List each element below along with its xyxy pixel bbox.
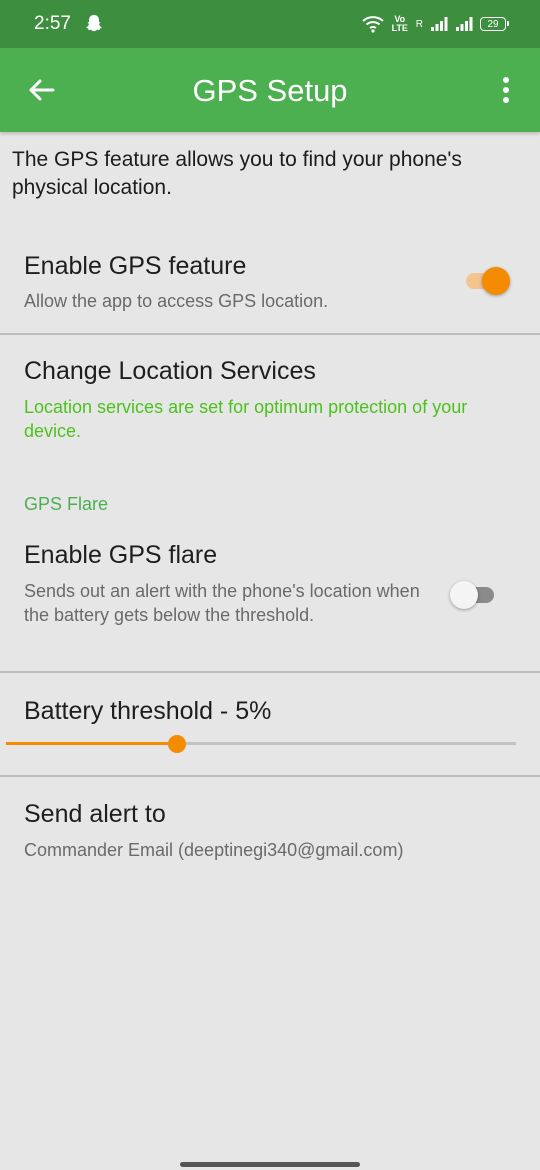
slider-knob[interactable] — [167, 735, 186, 753]
enable-gps-subtitle: Allow the app to access GPS location. — [24, 291, 329, 311]
send-alert-title: Send alert to — [24, 800, 166, 828]
roaming-label: R — [415, 18, 423, 30]
switch-thumb — [450, 581, 478, 609]
enable-flare-switch[interactable] — [450, 579, 502, 611]
enable-gps-title: Enable GPS feature — [24, 252, 247, 280]
signal-icon-sim2 — [455, 16, 473, 32]
battery-threshold-slider[interactable] — [6, 730, 516, 758]
enable-flare-title: Enable GPS flare — [24, 541, 218, 569]
battery-threshold-title: Battery threshold - 5% — [24, 697, 272, 725]
page-title: GPS Setup — [192, 73, 348, 108]
signal-icon-sim1 — [430, 16, 448, 32]
app-bar: GPS Setup — [0, 48, 540, 132]
volte-label: Vo LTE — [391, 14, 408, 33]
gps-flare-section-label: GPS Flare — [24, 494, 109, 514]
location-services-status: Location services are set for optimum pr… — [24, 397, 468, 441]
enable-gps-switch[interactable] — [462, 265, 514, 297]
switch-thumb — [482, 267, 510, 295]
snapchat-ghost-icon — [84, 13, 104, 33]
slider-fill — [6, 742, 177, 745]
status-icons: Vo LTE R 29 — [362, 12, 509, 36]
home-indicator[interactable] — [180, 1162, 360, 1167]
enable-flare-subtitle: Sends out an alert with the phone's loca… — [24, 581, 420, 625]
location-services-title: Change Location Services — [24, 357, 316, 385]
divider — [0, 671, 540, 673]
divider — [0, 775, 540, 777]
intro-text: The GPS feature allows you to find your … — [12, 148, 462, 199]
send-alert-recipient: Commander Email (deeptinegi340@gmail.com… — [24, 840, 404, 860]
divider — [0, 333, 540, 335]
wifi-icon — [362, 15, 384, 33]
battery-icon: 29 — [480, 17, 509, 31]
status-bar: 2:57 Vo LTE R 29 — [0, 0, 540, 48]
status-time: 2:57 — [34, 13, 71, 34]
more-vert-icon[interactable] — [488, 72, 520, 108]
